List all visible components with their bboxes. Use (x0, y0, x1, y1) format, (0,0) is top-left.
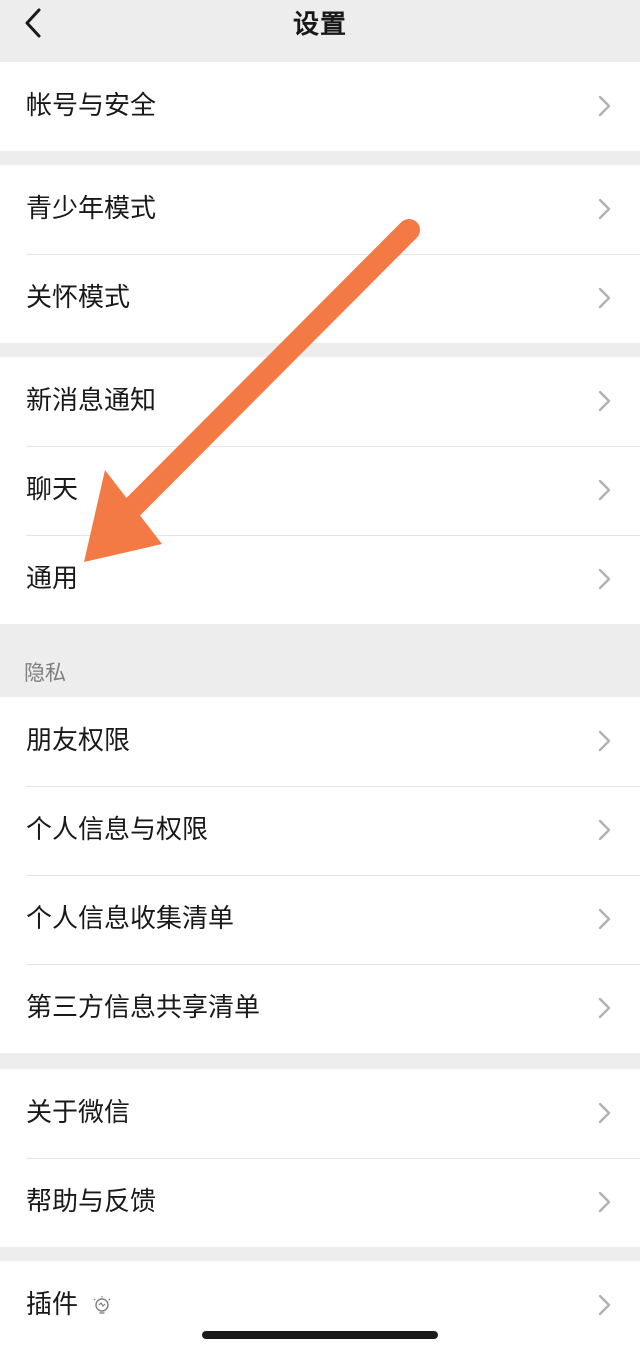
page-title: 设置 (292, 10, 347, 40)
row-label: 朋友权限 (26, 726, 131, 756)
chevron-right-icon (598, 390, 611, 412)
row-label: 个人信息收集清单 (26, 904, 235, 934)
row-label: 帮助与反馈 (26, 1187, 157, 1217)
privacy-group: 朋友权限 个人信息与权限 个人信息收集清单 第三方信息共享清单 (0, 697, 640, 1053)
chevron-right-icon (598, 997, 611, 1019)
teen-mode-row[interactable]: 青少年模式 (0, 165, 640, 254)
about-wechat-row[interactable]: 关于微信 (0, 1069, 640, 1158)
home-indicator[interactable] (202, 1331, 438, 1339)
row-label: 关于微信 (26, 1098, 131, 1128)
chevron-right-icon (598, 287, 611, 309)
friend-permissions-row[interactable]: 朋友权限 (0, 697, 640, 786)
personal-info-collection-list-row[interactable]: 个人信息收集清单 (0, 875, 640, 964)
personal-info-permissions-row[interactable]: 个人信息与权限 (0, 786, 640, 875)
lightbulb-icon (93, 1296, 111, 1314)
care-mode-row[interactable]: 关怀模式 (0, 254, 640, 343)
chevron-right-icon (598, 479, 611, 501)
row-label: 新消息通知 (26, 386, 157, 416)
chevron-right-icon (598, 568, 611, 590)
row-label: 插件 (26, 1290, 79, 1320)
account-group: 帐号与安全 (0, 62, 640, 151)
chevron-right-icon (598, 198, 611, 220)
navigation-bar: 设置 (0, 0, 640, 62)
row-label: 个人信息与权限 (26, 815, 209, 845)
row-label: 关怀模式 (26, 283, 131, 313)
modes-group: 青少年模式 关怀模式 (0, 165, 640, 343)
row-label: 聊天 (26, 475, 79, 505)
help-feedback-row[interactable]: 帮助与反馈 (0, 1158, 640, 1247)
row-divider (26, 446, 640, 447)
privacy-section-title: 隐私 (24, 661, 66, 685)
chevron-right-icon (598, 908, 611, 930)
new-message-notification-row[interactable]: 新消息通知 (0, 357, 640, 446)
chevron-right-icon (598, 1102, 611, 1124)
row-label: 帐号与安全 (26, 91, 157, 121)
general-group: 新消息通知 聊天 通用 (0, 357, 640, 624)
general-row[interactable]: 通用 (0, 535, 640, 624)
row-label: 第三方信息共享清单 (26, 993, 261, 1023)
chevron-right-icon (598, 95, 611, 117)
account-security-row[interactable]: 帐号与安全 (0, 62, 640, 151)
chevron-right-icon (598, 819, 611, 841)
about-group: 关于微信 帮助与反馈 (0, 1069, 640, 1247)
row-label: 通用 (26, 564, 79, 594)
row-divider (26, 535, 640, 536)
chevron-right-icon (598, 1294, 611, 1316)
third-party-sharing-list-row[interactable]: 第三方信息共享清单 (0, 964, 640, 1053)
chat-row[interactable]: 聊天 (0, 446, 640, 535)
row-label: 青少年模式 (26, 194, 157, 224)
chevron-right-icon (598, 730, 611, 752)
chevron-right-icon (598, 1191, 611, 1213)
